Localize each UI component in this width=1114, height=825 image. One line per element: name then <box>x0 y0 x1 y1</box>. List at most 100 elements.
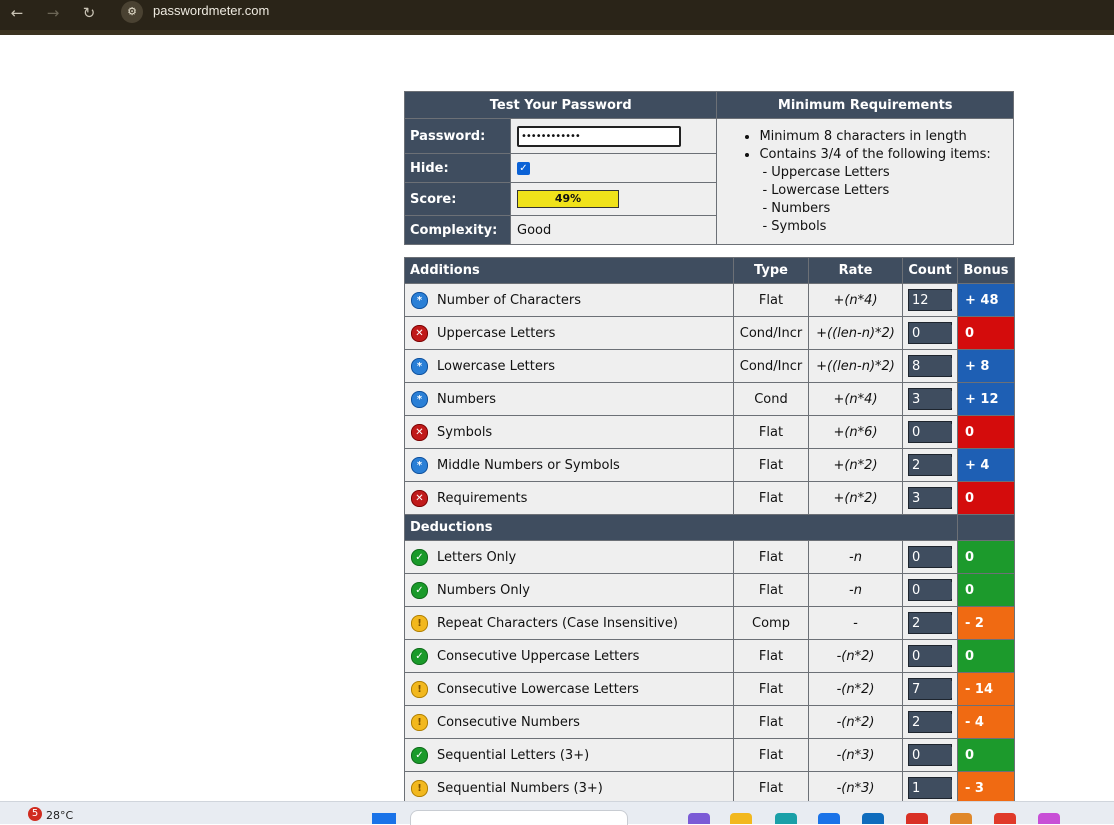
rate-cell: - <box>808 606 903 640</box>
count-value: 12 <box>910 292 952 309</box>
count-field: 7 <box>908 678 952 700</box>
requirement-subitem: - Lowercase Letters <box>762 182 890 198</box>
table-row: ✓ Consecutive Uppercase Letters Flat -(n*2)… <box>404 639 1015 673</box>
criteria-label: Consecutive Numbers <box>437 714 580 730</box>
photos-icon[interactable] <box>1038 813 1060 824</box>
type-cell: Comp <box>733 606 809 640</box>
rate-cell: +((len-n)*2) <box>808 349 903 383</box>
reload-icon[interactable]: ↻ <box>76 0 102 26</box>
password-cell: •••••••••••• <box>509 118 718 154</box>
count-cell: 3 <box>902 481 958 515</box>
count-value: 2 <box>910 615 952 632</box>
outlook-icon[interactable] <box>862 813 884 824</box>
score-cell: 49% <box>509 182 718 216</box>
table-row: ✓ Sequential Letters (3+) Flat -(n*3) 0 0 <box>404 738 1015 772</box>
firefox-icon[interactable] <box>950 813 972 824</box>
site-settings-icon[interactable]: ⚙ <box>121 1 143 23</box>
deductions-body: ✓ Letters Only Flat -n 0 0 ✓ Numbers Only Flat -n… <box>404 540 1015 805</box>
count-field: 12 <box>908 289 952 311</box>
count-cell: 0 <box>902 415 958 449</box>
bonus-cell: 0 <box>957 481 1015 515</box>
store-icon[interactable] <box>818 813 840 824</box>
count-cell: 2 <box>902 606 958 640</box>
type-cell: Flat <box>733 672 809 706</box>
additions-body: * Number of Characters Flat +(n*4) 12 + 48 ✕ Up… <box>404 283 1015 515</box>
address-bar[interactable]: ⚙ passwordmeter.com <box>116 0 366 26</box>
count-value: 0 <box>910 747 952 764</box>
count-field: 3 <box>908 388 952 410</box>
status-exceed-icon: * <box>411 292 428 309</box>
taskbar-app-icon[interactable] <box>994 813 1016 824</box>
type-cell: Cond <box>733 382 809 416</box>
bonus-header: Bonus <box>957 257 1015 284</box>
bonus-cell: - 3 <box>957 771 1015 805</box>
count-cell: 2 <box>902 705 958 739</box>
browser-toolbar: ← → ↻ ⚙ passwordmeter.com <box>0 0 1114 35</box>
criteria-label: Sequential Letters (3+) <box>437 747 590 763</box>
taskbar: 5 28°C <box>0 801 1114 825</box>
rate-cell: -n <box>808 540 903 574</box>
criteria-cell: * Middle Numbers or Symbols <box>404 448 734 482</box>
count-cell: 12 <box>902 283 958 317</box>
file-explorer-icon[interactable] <box>730 813 752 824</box>
criteria-cell: ! Sequential Numbers (3+) <box>404 771 734 805</box>
forward-arrow-icon[interactable]: → <box>40 0 66 26</box>
requirements-cell: Minimum 8 characters in length Contains … <box>716 118 1014 245</box>
table-row: * Lowercase Letters Cond/Incr +((len-n)*2) 8… <box>404 349 1015 383</box>
count-field: 0 <box>908 579 952 601</box>
weather-temperature[interactable]: 28°C <box>46 809 73 822</box>
bonus-cell: 0 <box>957 573 1015 607</box>
copilot-icon[interactable] <box>688 813 710 824</box>
hide-cell: ✓ <box>509 153 718 183</box>
count-field: 2 <box>908 612 952 634</box>
rate-cell: -(n*3) <box>808 738 903 772</box>
status-pass-icon: ✓ <box>411 648 428 665</box>
criteria-cell: ! Repeat Characters (Case Insensitive) <box>404 606 734 640</box>
back-arrow-icon[interactable]: ← <box>4 0 30 26</box>
count-value: 0 <box>910 325 952 342</box>
rate-cell: +(n*2) <box>808 481 903 515</box>
password-input[interactable]: •••••••••••• <box>517 125 681 147</box>
status-warn-icon: ! <box>411 780 428 797</box>
complexity-label: Complexity: <box>404 215 511 245</box>
count-field: 2 <box>908 454 952 476</box>
count-cell: 7 <box>902 672 958 706</box>
table-row: * Numbers Cond +(n*4) 3 + 12 <box>404 382 1015 416</box>
status-pass-icon: ✓ <box>411 549 428 566</box>
count-field: 0 <box>908 421 952 443</box>
count-field: 2 <box>908 711 952 733</box>
hide-checkbox[interactable]: ✓ <box>517 161 530 175</box>
windows-start-icon[interactable] <box>372 813 396 824</box>
criteria-cell: ! Consecutive Lowercase Letters <box>404 672 734 706</box>
count-field: 0 <box>908 645 952 667</box>
count-value: 2 <box>910 457 952 474</box>
criteria-label: Repeat Characters (Case Insensitive) <box>437 615 678 631</box>
rate-cell: -(n*2) <box>808 672 903 706</box>
type-cell: Flat <box>733 705 809 739</box>
count-field: 3 <box>908 487 952 509</box>
type-cell: Cond/Incr <box>733 316 809 350</box>
edge-icon[interactable] <box>775 813 797 824</box>
criteria-label: Consecutive Uppercase Letters <box>437 648 640 664</box>
criteria-cell: ✓ Letters Only <box>404 540 734 574</box>
criteria-label: Numbers Only <box>437 582 530 598</box>
table-row: ✓ Letters Only Flat -n 0 0 <box>404 540 1015 574</box>
type-cell: Flat <box>733 481 809 515</box>
bonus-cell: 0 <box>957 540 1015 574</box>
weather-badge[interactable]: 5 <box>28 807 42 821</box>
chrome-icon[interactable] <box>906 813 928 824</box>
requirement-subitem: - Uppercase Letters <box>762 164 890 180</box>
test-password-table: Test Your Password Minimum Requirements … <box>403 91 1014 245</box>
requirements-sublist: - Uppercase Letters - Lowercase Letters … <box>717 164 1013 236</box>
bonus-cell: - 4 <box>957 705 1015 739</box>
type-header: Type <box>733 257 809 284</box>
count-field: 1 <box>908 777 952 799</box>
type-cell: Flat <box>733 639 809 673</box>
complexity-value: Good <box>509 215 718 245</box>
url-text[interactable]: passwordmeter.com <box>153 3 269 18</box>
type-cell: Flat <box>733 540 809 574</box>
hide-label: Hide: <box>404 153 511 183</box>
status-warn-icon: ! <box>411 615 428 632</box>
type-cell: Flat <box>733 573 809 607</box>
rate-header: Rate <box>808 257 903 284</box>
